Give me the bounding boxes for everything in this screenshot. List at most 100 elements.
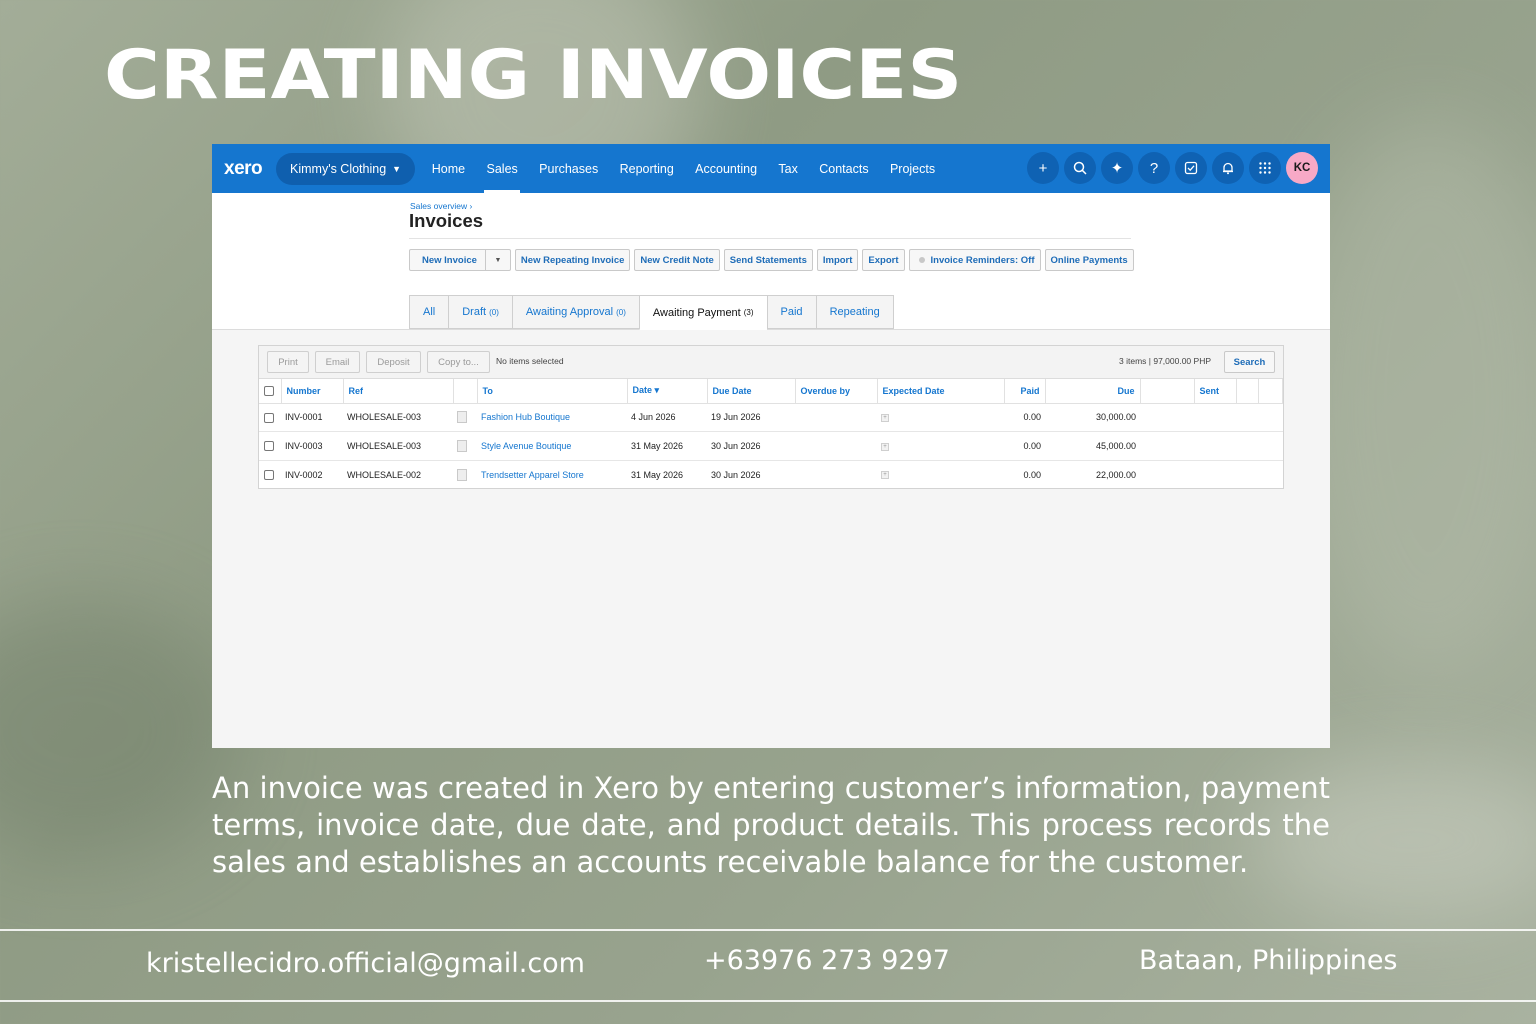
col-due-date[interactable]: Due Date <box>707 379 796 404</box>
nav-projects[interactable]: Projects <box>879 144 946 193</box>
col-to[interactable]: To <box>477 379 628 404</box>
col-due[interactable]: Due <box>1045 379 1141 404</box>
chevron-down-icon[interactable]: ▼ <box>486 250 510 270</box>
sparkle-icon[interactable]: ✦ <box>1101 152 1133 184</box>
nav-reporting[interactable]: Reporting <box>609 144 685 193</box>
invoice-contact[interactable]: Style Avenue Boutique <box>477 431 627 461</box>
footer-location: Bataan, Philippines <box>1139 945 1398 976</box>
col-paid[interactable]: Paid <box>1004 379 1046 404</box>
col-spacer <box>1236 379 1259 404</box>
select-all-checkbox[interactable] <box>264 386 274 397</box>
invoice-number[interactable]: INV-0003 <box>281 431 343 461</box>
export-button[interactable]: Export <box>862 249 905 271</box>
col-spacer <box>1258 379 1283 404</box>
copy-to-button[interactable]: Copy to... <box>427 351 490 373</box>
invoice-number[interactable]: INV-0001 <box>281 403 343 433</box>
table-row[interactable]: INV-0003 WHOLESALE-003 Style Avenue Bout… <box>259 431 1283 461</box>
invoice-due: 30,000.00 <box>1045 403 1140 433</box>
tab-repeating[interactable]: Repeating <box>815 295 894 329</box>
user-avatar[interactable]: KC <box>1286 152 1318 184</box>
row-checkbox[interactable] <box>264 470 274 481</box>
invoice-sent <box>1194 403 1236 433</box>
online-payments-button[interactable]: Online Payments <box>1044 249 1134 271</box>
email-button[interactable]: Email <box>315 351 360 373</box>
table-row[interactable]: INV-0001 WHOLESALE-003 Fashion Hub Bouti… <box>259 403 1283 433</box>
send-statements-button[interactable]: Send Statements <box>723 249 813 271</box>
empty-cell <box>1236 431 1258 461</box>
print-button[interactable]: Print <box>267 351 309 373</box>
nav-contacts[interactable]: Contacts <box>809 144 880 193</box>
invoice-number[interactable]: INV-0002 <box>281 460 343 489</box>
attachment-cell <box>453 460 477 489</box>
row-checkbox[interactable] <box>264 441 274 452</box>
empty-cell <box>1258 403 1283 433</box>
empty-cell <box>1140 460 1194 489</box>
checklist-icon[interactable] <box>1175 152 1207 184</box>
invoice-reminders-button[interactable]: Invoice Reminders: Off <box>908 249 1041 271</box>
nav-purchases[interactable]: Purchases <box>528 144 608 193</box>
list-totals: 3 items | 97,000.00 PHP <box>1119 356 1211 366</box>
import-button[interactable]: Import <box>816 249 859 271</box>
tab-label: Paid <box>780 306 803 318</box>
tab-label: Awaiting Approval <box>525 306 614 318</box>
col-attachment <box>453 379 478 404</box>
nav-accounting[interactable]: Accounting <box>684 144 767 193</box>
document-icon[interactable] <box>457 439 467 452</box>
invoice-due: 45,000.00 <box>1045 431 1140 461</box>
new-credit-note-button[interactable]: New Credit Note <box>634 249 720 271</box>
document-icon[interactable] <box>457 411 467 424</box>
col-expected-date[interactable]: Expected Date <box>877 379 1005 404</box>
apps-grid-icon[interactable] <box>1249 152 1281 184</box>
add-date-icon[interactable]: + <box>881 413 889 422</box>
org-switcher[interactable]: Kimmy's Clothing ▼ <box>276 152 416 185</box>
row-select-cell <box>259 460 281 489</box>
table-row[interactable]: INV-0002 WHOLESALE-002 Trendsetter Appar… <box>259 460 1283 489</box>
page-title: Invoices <box>409 210 484 231</box>
bell-icon[interactable] <box>1212 152 1244 184</box>
nav-icon-group: + ✦ ? KC <box>1027 152 1318 184</box>
invoice-due-date: 30 Jun 2026 <box>711 469 761 480</box>
add-date-icon[interactable]: + <box>881 471 889 480</box>
invoice-contact[interactable]: Fashion Hub Boutique <box>477 403 627 433</box>
empty-cell <box>1140 431 1194 461</box>
invoice-overdue-by <box>795 431 877 461</box>
nav-home[interactable]: Home <box>421 144 476 193</box>
help-icon[interactable]: ? <box>1138 152 1170 184</box>
col-date[interactable]: Date ▾ <box>627 379 708 404</box>
deposit-button[interactable]: Deposit <box>366 351 421 373</box>
row-select-cell <box>259 403 281 433</box>
tab-all[interactable]: All <box>409 295 449 329</box>
invoices-header: Sales overview › Invoices New Invoice ▼ … <box>212 193 1330 330</box>
row-checkbox[interactable] <box>264 412 274 423</box>
background-blur <box>0 600 240 860</box>
tab-draft[interactable]: Draft (0) <box>448 295 512 329</box>
footer-email[interactable]: kristellecidro.official@gmail.com <box>146 948 585 979</box>
search-icon[interactable] <box>1064 152 1096 184</box>
new-repeating-invoice-button[interactable]: New Repeating Invoice <box>514 249 631 271</box>
xero-logo[interactable]: xero <box>224 158 276 180</box>
list-toolbar: Print Email Deposit Copy to... No items … <box>259 346 1283 379</box>
status-dot-icon <box>918 257 925 263</box>
action-buttons: New Invoice ▼ New Repeating Invoice New … <box>409 249 1134 271</box>
tab-awaiting-approval[interactable]: Awaiting Approval (0) <box>511 295 639 329</box>
new-invoice-button[interactable]: New Invoice ▼ <box>409 249 511 271</box>
col-sent[interactable]: Sent <box>1194 379 1237 404</box>
new-invoice-label[interactable]: New Invoice <box>410 250 486 270</box>
tab-awaiting-payment[interactable]: Awaiting Payment (3) <box>638 295 767 330</box>
invoice-contact[interactable]: Trendsetter Apparel Store <box>477 460 627 489</box>
tab-paid[interactable]: Paid <box>766 295 816 329</box>
col-number[interactable]: Number <box>281 379 344 404</box>
add-date-icon[interactable]: + <box>881 442 889 451</box>
nav-sales[interactable]: Sales <box>476 144 529 193</box>
invoice-due: 22,000.00 <box>1095 469 1136 480</box>
tab-label: Draft <box>462 306 487 318</box>
plus-icon[interactable]: + <box>1027 152 1059 184</box>
nav-tax[interactable]: Tax <box>768 144 809 193</box>
search-button[interactable]: Search <box>1224 351 1275 373</box>
col-ref[interactable]: Ref <box>343 379 454 404</box>
main-nav: Home Sales Purchases Reporting Accountin… <box>421 144 946 193</box>
col-overdue-by[interactable]: Overdue by <box>795 379 878 404</box>
invoice-date: 31 May 2026 <box>631 469 684 480</box>
invoice-date: 4 Jun 2026 <box>627 403 707 433</box>
document-icon[interactable] <box>457 468 467 481</box>
